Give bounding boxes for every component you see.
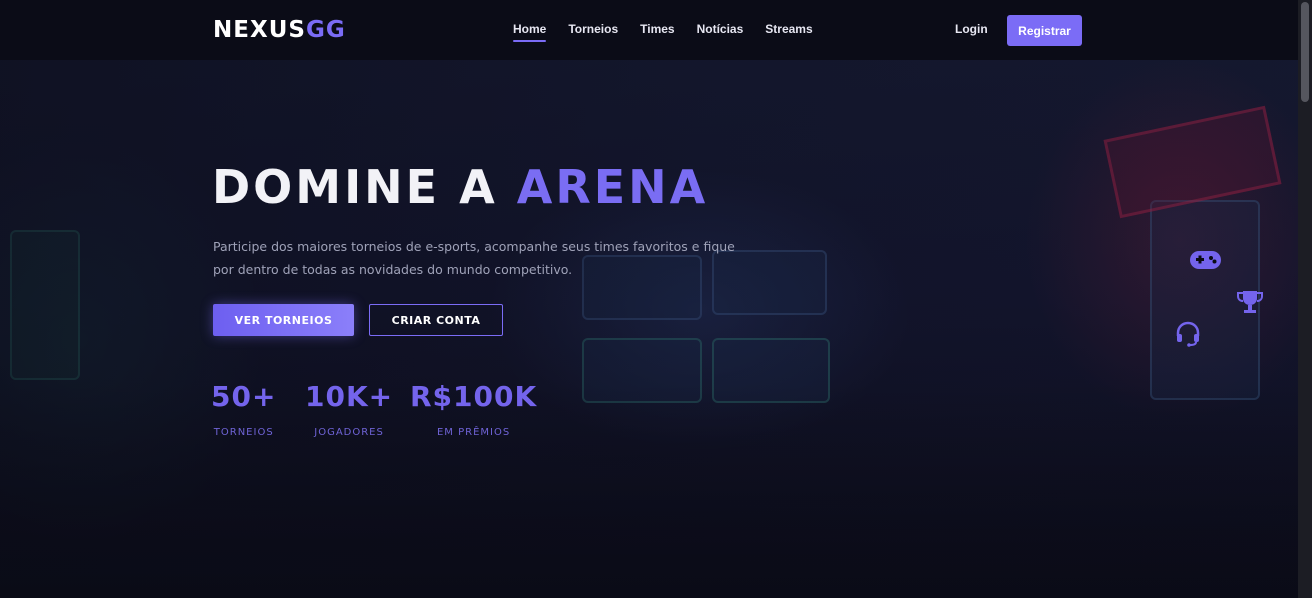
stat-label: JOGADORES (314, 427, 384, 438)
view-tournaments-button[interactable]: VER TORNEIOS (213, 304, 354, 336)
login-link[interactable]: Login (955, 22, 988, 36)
stat-label: EM PRÊMIOS (436, 427, 511, 438)
hero-title-main: DOMINE A (212, 160, 498, 214)
stat-prizes: R$100K EM PRÊMIOS (410, 380, 537, 438)
stat-label: TORNEIOS (213, 427, 274, 438)
navbar: NEXUSGG Home Torneios Times Notícias Str… (0, 0, 1298, 60)
logo-text-primary: NEXUS (213, 17, 306, 43)
nav-link-torneios[interactable]: Torneios (568, 22, 618, 42)
trophy-icon (1236, 288, 1264, 320)
stat-value: 50+ (211, 380, 277, 413)
register-button[interactable]: Registrar (1007, 15, 1082, 46)
create-account-button[interactable]: CRIAR CONTA (369, 304, 503, 336)
hero-title-accent: ARENA (516, 160, 709, 214)
stat-value: 10K+ (305, 380, 394, 413)
hero-description: Participe dos maiores torneios de e-spor… (213, 239, 735, 277)
nav-link-times[interactable]: Times (640, 22, 674, 42)
logo[interactable]: NEXUSGG (213, 17, 346, 43)
stat-value: R$100K (410, 380, 538, 413)
stat-players: 10K+ JOGADORES (305, 380, 393, 438)
scrollbar-thumb[interactable] (1301, 2, 1309, 102)
hero-title: DOMINE A ARENA (212, 160, 708, 214)
page-scrollbar[interactable] (1298, 0, 1312, 598)
nav-link-streams[interactable]: Streams (765, 22, 812, 42)
nav-links: Home Torneios Times Notícias Streams (513, 22, 813, 42)
hero-background (0, 60, 1298, 598)
stat-tournaments: 50+ TORNEIOS (211, 380, 276, 438)
nav-link-home[interactable]: Home (513, 22, 547, 42)
nav-link-noticias[interactable]: Notícias (697, 22, 744, 42)
headset-icon (1174, 320, 1202, 352)
gamepad-icon (1189, 249, 1222, 275)
logo-text-accent: GG (305, 17, 346, 43)
